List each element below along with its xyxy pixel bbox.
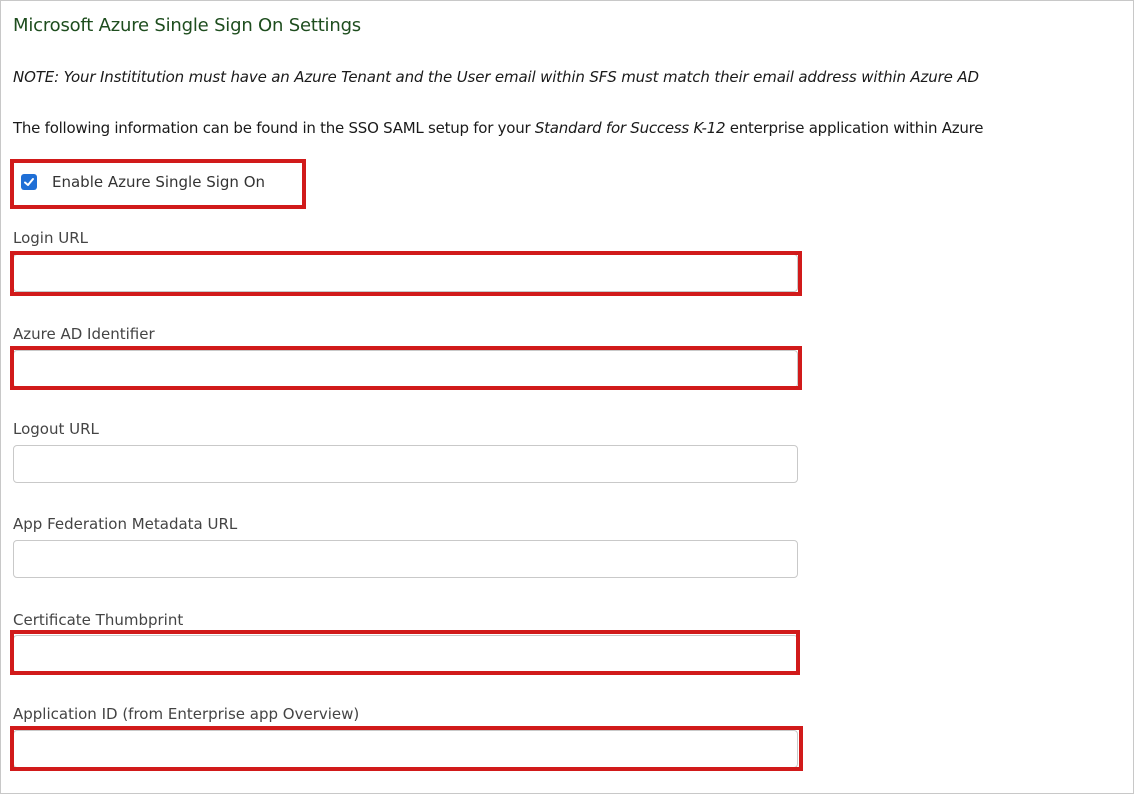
info-prefix: The following information can be found i… <box>13 119 535 137</box>
highlight-certificate-thumbprint <box>10 630 800 675</box>
logout-url-label: Logout URL <box>13 420 99 438</box>
azure-ad-identifier-label: Azure AD Identifier <box>13 325 155 343</box>
certificate-thumbprint-label: Certificate Thumbprint <box>13 611 184 629</box>
page-title: Microsoft Azure Single Sign On Settings <box>13 15 361 36</box>
application-id-label: Application ID (from Enterprise app Over… <box>13 705 360 723</box>
highlight-login-url <box>10 251 802 296</box>
highlight-application-id <box>10 726 803 771</box>
note-text: NOTE: Your Instititution must have an Az… <box>13 68 979 86</box>
settings-panel: Microsoft Azure Single Sign On Settings … <box>0 0 1134 794</box>
info-text: The following information can be found i… <box>13 119 983 137</box>
login-url-label: Login URL <box>13 229 88 247</box>
enable-sso-label: Enable Azure Single Sign On <box>52 173 266 191</box>
app-federation-metadata-url-label: App Federation Metadata URL <box>13 515 238 533</box>
highlight-azure-ad-identifier <box>10 346 802 390</box>
enable-sso-checkbox[interactable] <box>21 174 37 190</box>
checkmark-icon <box>24 178 34 186</box>
enable-sso-row[interactable]: Enable Azure Single Sign On <box>21 173 265 191</box>
info-app-name: Standard for Success K-12 <box>534 119 726 137</box>
app-federation-metadata-url-input[interactable] <box>13 540 798 578</box>
info-suffix: enterprise application within Azure <box>725 119 984 137</box>
logout-url-input[interactable] <box>13 445 798 483</box>
